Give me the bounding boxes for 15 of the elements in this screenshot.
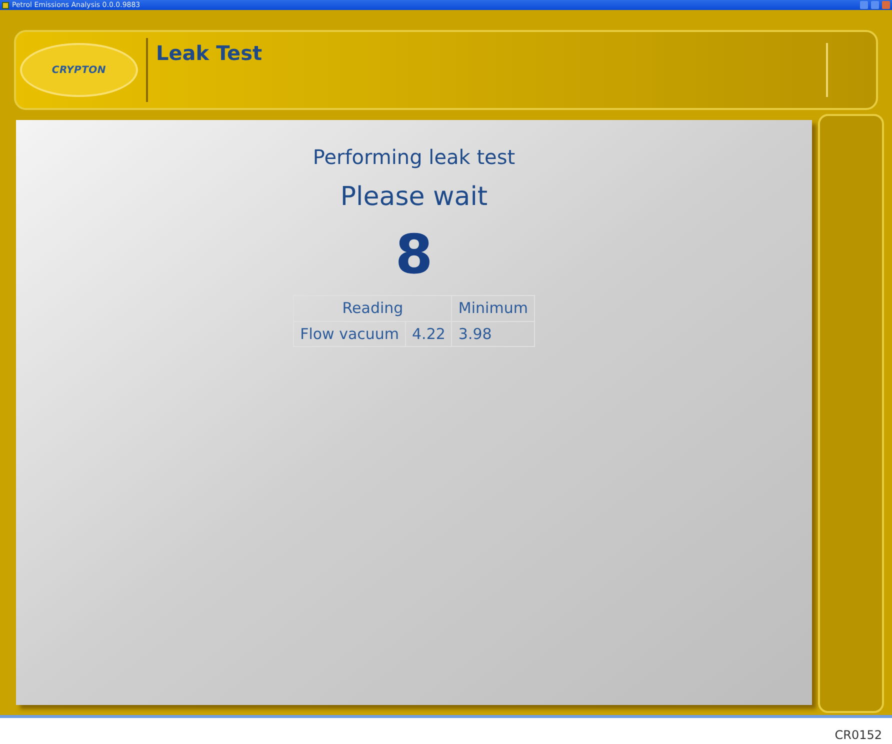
caption: CR0152 bbox=[834, 727, 882, 744]
app-icon bbox=[2, 2, 9, 8]
maximize-button[interactable] bbox=[871, 1, 879, 9]
table-cell: Flow vacuum bbox=[294, 321, 406, 346]
countdown: 8 bbox=[395, 225, 433, 285]
table-cell: 4.22 bbox=[406, 321, 452, 346]
minimize-button[interactable] bbox=[860, 1, 868, 9]
page-title: Leak Test bbox=[156, 41, 262, 65]
logo: CRYPTON bbox=[20, 43, 138, 97]
column-header: Minimum bbox=[452, 296, 534, 321]
status-message: Performing leak test bbox=[312, 144, 516, 171]
column-header: Reading bbox=[294, 296, 452, 321]
wait-prompt: Please wait bbox=[340, 181, 488, 214]
table-cell: 3.98 bbox=[452, 321, 534, 346]
close-button[interactable] bbox=[882, 1, 890, 9]
